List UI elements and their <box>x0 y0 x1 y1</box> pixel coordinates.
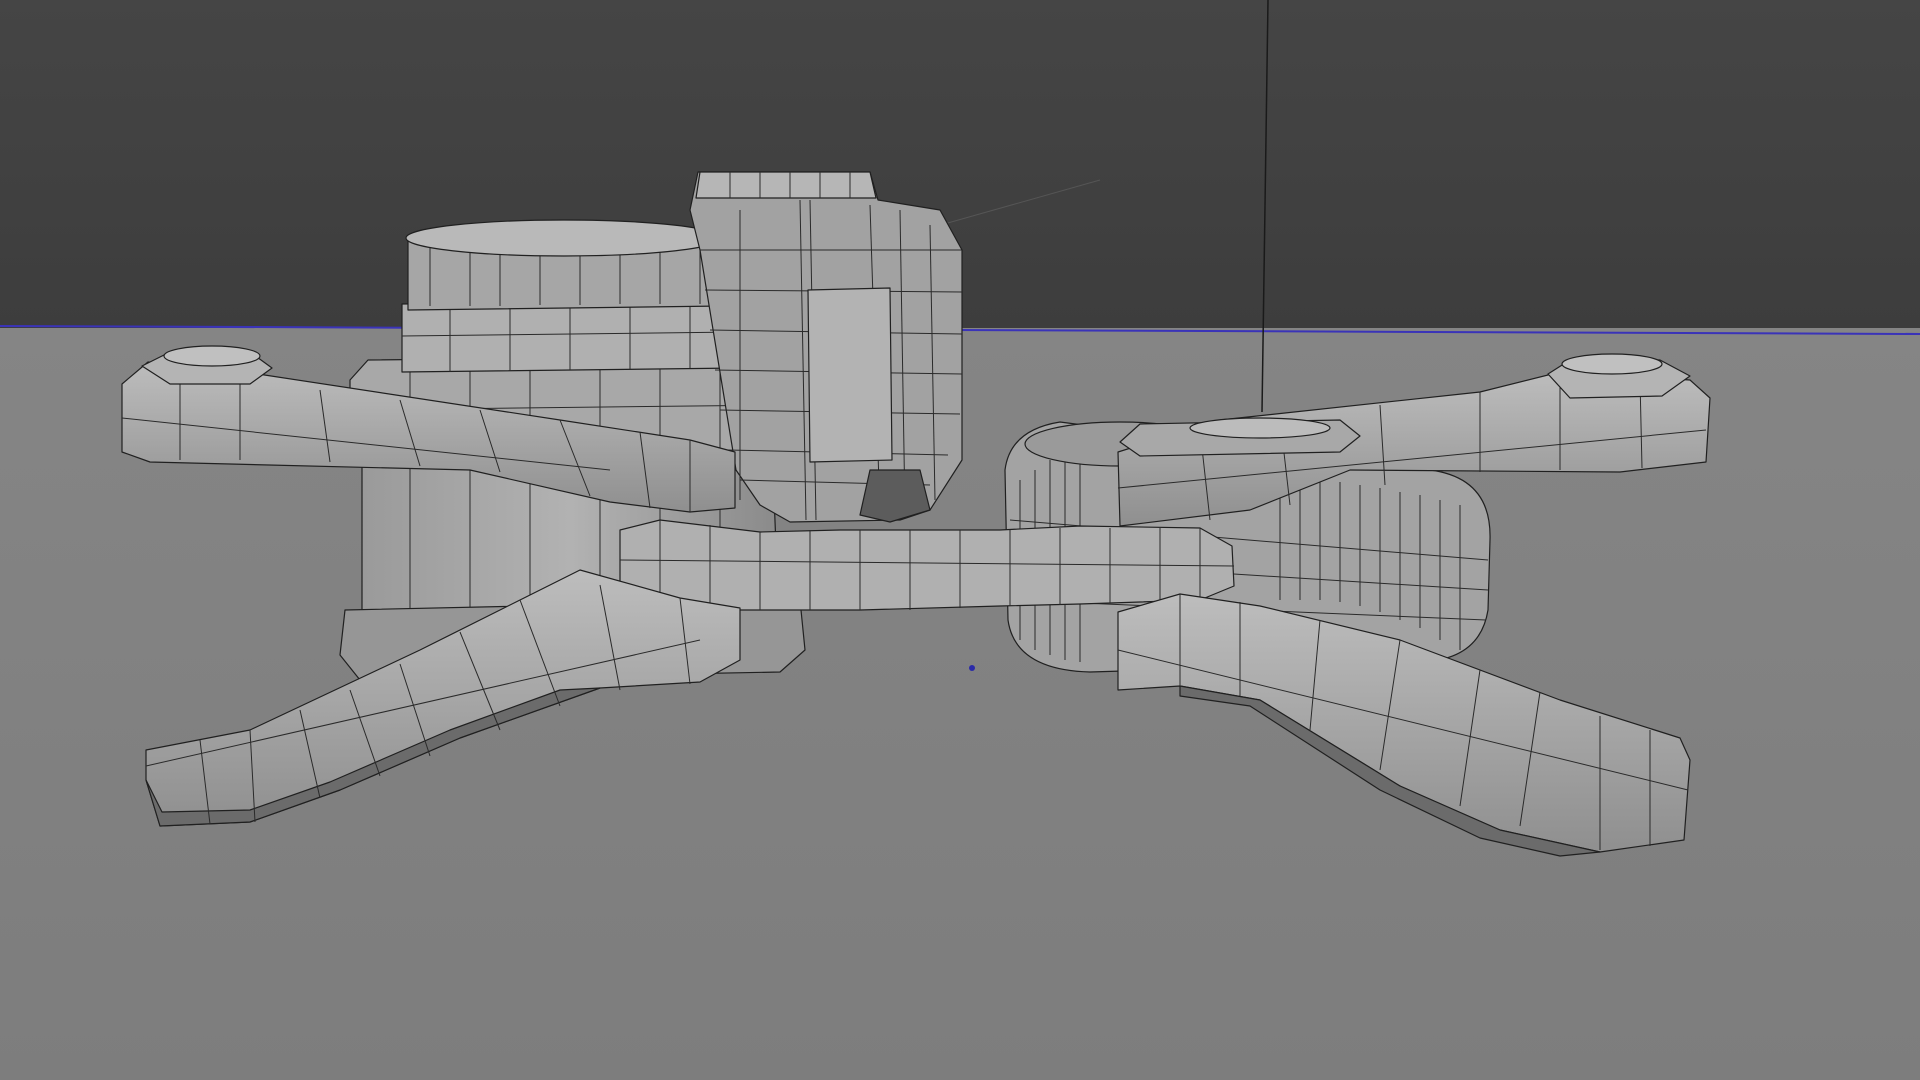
drone-model[interactable] <box>121 171 1711 857</box>
scene-canvas[interactable] <box>0 0 1920 1080</box>
guide-line <box>929 179 1101 229</box>
center-bar[interactable] <box>619 519 1235 611</box>
vertical-axis-line <box>1261 0 1269 413</box>
origin-point[interactable] <box>969 665 975 671</box>
3d-viewport[interactable] <box>0 0 1920 1080</box>
